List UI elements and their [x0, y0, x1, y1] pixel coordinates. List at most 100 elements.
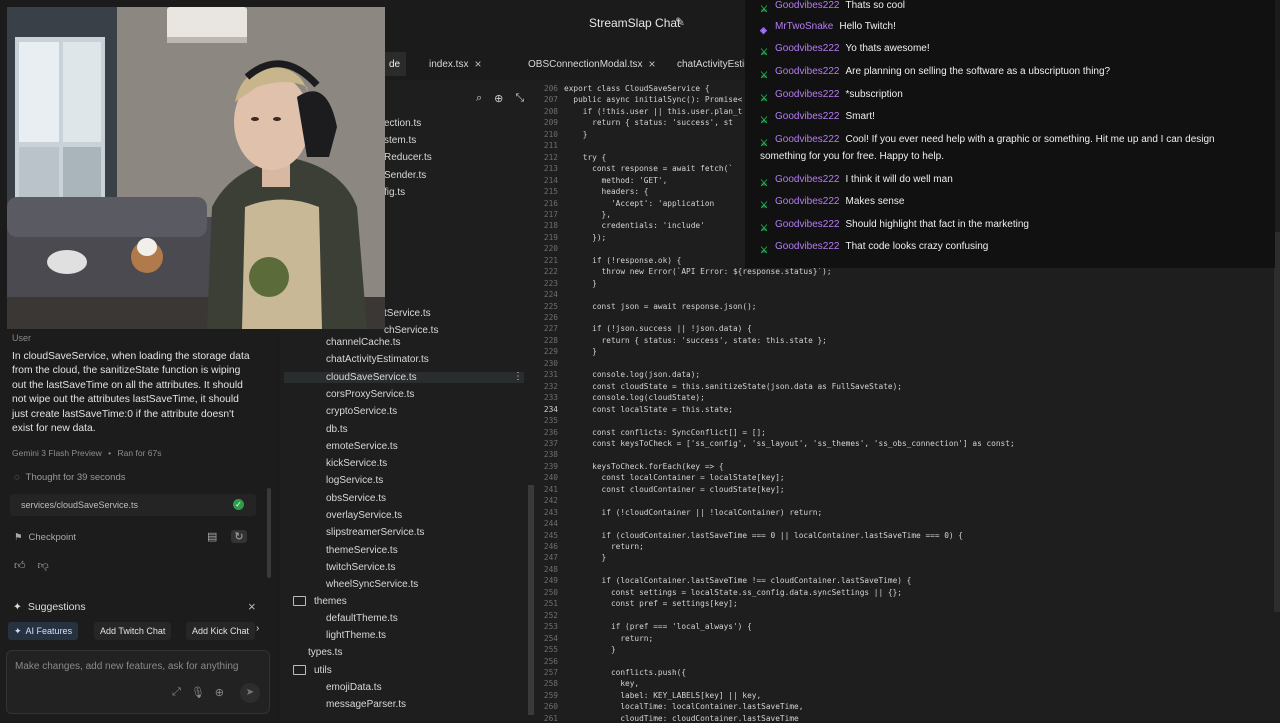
file-item[interactable]: cryptoService.ts — [326, 406, 397, 417]
chat-username[interactable]: Goodvibes222 — [775, 111, 840, 122]
search-icon[interactable]: ⌕ — [476, 92, 482, 105]
tab-index[interactable]: index.tsx × — [429, 52, 481, 76]
chat-username[interactable]: Goodvibes222 — [775, 134, 840, 145]
code-line: return; — [564, 633, 654, 643]
file-item[interactable]: types.ts — [308, 647, 342, 658]
microphone-icon[interactable]: 🎙︎ — [191, 686, 205, 699]
close-icon[interactable]: × — [649, 57, 656, 71]
chat-username[interactable]: Goodvibes222 — [775, 241, 840, 252]
suggestion-ai-features[interactable]: ✦ AI Features — [8, 622, 79, 640]
tab-active[interactable]: de — [383, 52, 407, 76]
line-number: 236 — [543, 427, 558, 437]
file-item[interactable]: cloudSaveService.ts — [284, 371, 524, 383]
file-item[interactable]: themeService.ts — [326, 545, 398, 556]
chat-username[interactable]: Goodvibes222 — [775, 43, 840, 54]
line-number: 221 — [543, 255, 558, 265]
chat-username[interactable]: Goodvibes222 — [775, 0, 840, 11]
file-item[interactable]: logService.ts — [326, 475, 383, 486]
line-number: 231 — [543, 370, 558, 380]
add-icon[interactable]: ⊕ — [215, 686, 224, 699]
chat-input[interactable] — [6, 650, 270, 714]
chevron-right-icon[interactable]: › — [256, 623, 259, 634]
copy-icon[interactable]: ▤ — [207, 530, 217, 543]
code-line: headers: { — [564, 187, 649, 197]
close-icon[interactable]: × — [248, 599, 256, 614]
sword-icon: ⚔ — [760, 70, 769, 80]
tab-label: OBSConnectionModal.tsx — [528, 58, 643, 70]
tab-obs-modal[interactable]: OBSConnectionModal.tsx × — [528, 52, 656, 76]
close-icon[interactable]: × — [474, 57, 481, 71]
file-item[interactable]: wheelSyncService.ts — [326, 579, 418, 590]
file-item[interactable]: defaultTheme.ts — [326, 613, 398, 624]
thought-summary[interactable]: ◌ Thought for 39 seconds — [14, 472, 125, 483]
folder-themes[interactable]: themes — [293, 596, 347, 607]
attach-icon[interactable]: ⤢ — [172, 686, 181, 699]
code-line: keysToCheck.forEach(key => { — [564, 461, 724, 471]
thumbs-down-icon[interactable]: 👎︎ — [38, 559, 49, 572]
file-item[interactable]: kickService.ts — [326, 458, 387, 469]
line-number: 242 — [543, 496, 558, 506]
chat-message: ◈ MrTwoSnake Hello Twitch! — [760, 18, 1260, 35]
line-number: 207 — [543, 95, 558, 105]
chat-input-placeholder: Make changes, add new features, ask for … — [15, 661, 239, 672]
code-line: const pref = settings[key]; — [564, 599, 738, 609]
code-line: try { — [564, 152, 607, 162]
sparkle-icon: ✦ — [13, 601, 22, 613]
chat-username[interactable]: Goodvibes222 — [775, 89, 840, 100]
file-item[interactable]: slipstreamerService.ts — [326, 527, 424, 538]
line-number: 251 — [543, 599, 558, 609]
chat-username[interactable]: Goodvibes222 — [775, 219, 840, 230]
file-item[interactable]: chService.ts — [384, 325, 438, 336]
file-item[interactable]: corsProxyService.ts — [326, 389, 414, 400]
input-actions: ⤢ 🎙︎ ⊕ — [172, 686, 224, 699]
chat-username[interactable]: Goodvibes222 — [775, 66, 840, 77]
file-item[interactable]: db.ts — [326, 424, 348, 435]
pencil-icon[interactable]: ✎ — [675, 15, 687, 29]
chat-text: Should highlight that fact in the market… — [845, 219, 1029, 230]
code-line: const settings = localState.ss_config.da… — [564, 587, 902, 597]
file-item[interactable]: emoteService.ts — [326, 441, 398, 452]
folder-utils[interactable]: utils — [293, 665, 332, 676]
code-line: export class CloudSaveService { — [564, 84, 710, 93]
suggestion-add-kick-chat[interactable]: Add Kick Chat — [186, 622, 256, 640]
file-item[interactable]: obsService.ts — [326, 493, 386, 504]
send-button[interactable]: ➤ — [240, 683, 260, 703]
chat-username[interactable]: Goodvibes222 — [775, 174, 840, 185]
code-line: if (!json.success || !json.data) { — [564, 324, 752, 334]
file-item[interactable]: twitchService.ts — [326, 562, 395, 573]
line-number: 245 — [543, 530, 558, 540]
chat-username[interactable]: Goodvibes222 — [775, 196, 840, 207]
file-item[interactable]: lightTheme.ts — [326, 630, 386, 641]
chat-scrollbar[interactable] — [267, 488, 271, 578]
file-item[interactable]: stem.ts — [384, 135, 416, 146]
file-item[interactable]: Sender.ts — [384, 170, 426, 181]
suggestion-add-twitch-chat[interactable]: Add Twitch Chat — [94, 622, 172, 640]
line-number: 233 — [543, 393, 558, 403]
add-file-icon[interactable]: ⊕ — [494, 92, 503, 105]
chat-username[interactable]: MrTwoSnake — [775, 21, 833, 32]
file-item[interactable]: tService.ts — [384, 308, 431, 319]
collapse-icon[interactable]: ⤡ — [515, 92, 524, 105]
line-number: 229 — [543, 347, 558, 357]
more-options-icon[interactable]: ⋮ — [513, 371, 523, 382]
restore-icon[interactable]: ↻ — [231, 530, 247, 543]
file-item[interactable]: chatActivityEstimator.ts — [326, 354, 429, 365]
explorer-scrollbar[interactable] — [528, 485, 534, 715]
checkpoint[interactable]: ⚑ Checkpoint — [14, 532, 76, 543]
chat-text: Smart! — [845, 111, 875, 122]
file-item[interactable]: channelCache.ts — [326, 337, 401, 348]
feedback-buttons: 👍︎ 👎︎ — [14, 559, 49, 572]
file-item[interactable]: messageParser.ts — [326, 699, 406, 710]
webcam-image — [7, 7, 385, 329]
file-item[interactable]: overlayService.ts — [326, 510, 402, 521]
code-line: const cloudState = this.sanitizeState(js… — [564, 381, 902, 391]
file-item[interactable]: ection.ts — [384, 118, 421, 129]
file-item[interactable]: Reducer.ts — [384, 152, 432, 163]
tab-label: de — [389, 58, 401, 70]
file-item[interactable]: emojiData.ts — [326, 682, 382, 693]
editor-scrollbar[interactable] — [1274, 232, 1280, 612]
sword-icon: ⚔ — [760, 200, 769, 210]
thumbs-up-icon[interactable]: 👍︎ — [14, 559, 26, 572]
file-item[interactable]: fig.ts — [384, 187, 405, 198]
line-number: 212 — [543, 152, 558, 162]
